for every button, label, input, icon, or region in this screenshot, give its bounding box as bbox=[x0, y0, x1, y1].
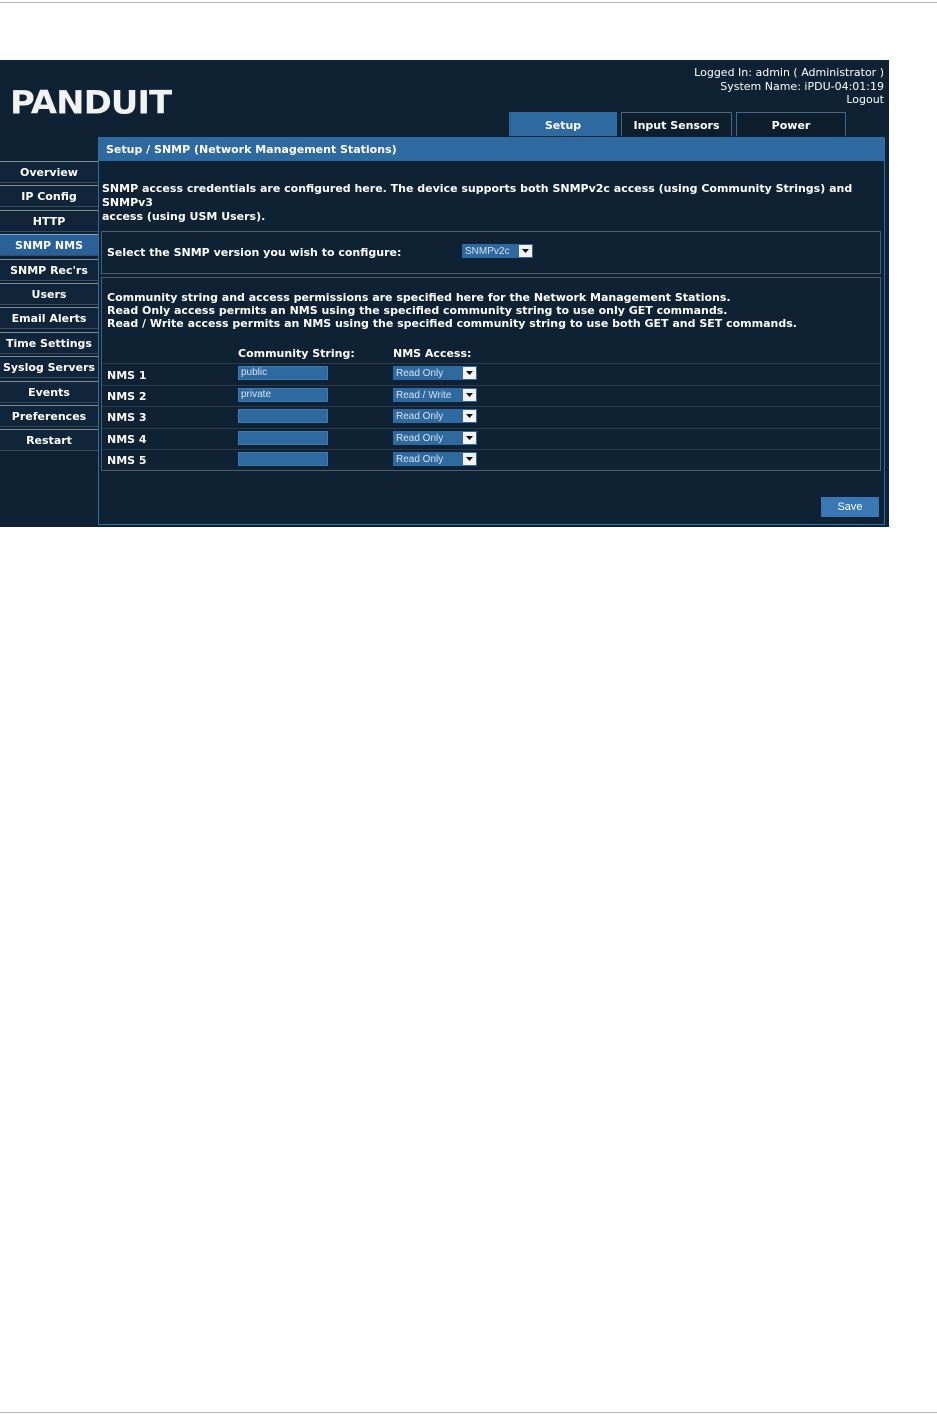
tab-input-sensors[interactable]: Input Sensors bbox=[621, 112, 732, 136]
chevron-down-icon bbox=[463, 432, 476, 444]
sidebar: Overview IP Config HTTP SNMP NMS SNMP Re… bbox=[0, 161, 98, 454]
nms-description-line: Read / Write access permits an NMS using… bbox=[107, 317, 797, 330]
sidebar-item-restart[interactable]: Restart bbox=[0, 429, 98, 452]
nms2-community-input[interactable]: private bbox=[238, 388, 328, 402]
sidebar-item-snmp-nms[interactable]: SNMP NMS bbox=[0, 234, 98, 257]
nms2-access-select[interactable]: Read / Write bbox=[393, 388, 477, 402]
sidebar-item-email-alerts[interactable]: Email Alerts bbox=[0, 307, 98, 330]
intro-text: SNMP access credentials are configured h… bbox=[102, 182, 882, 224]
intro-line: SNMP access credentials are configured h… bbox=[102, 182, 853, 209]
nms3-community-input[interactable] bbox=[238, 409, 328, 423]
panduit-logo: PANDUIT bbox=[10, 80, 172, 122]
sidebar-item-overview[interactable]: Overview bbox=[0, 161, 98, 183]
page-top-rule bbox=[0, 2, 937, 3]
nms1-access-select[interactable]: Read Only bbox=[393, 366, 477, 380]
nms3-access-select[interactable]: Read Only bbox=[393, 409, 477, 423]
nms4-community-input[interactable] bbox=[238, 431, 328, 445]
chevron-down-icon bbox=[463, 389, 476, 401]
user-info: Logged In: admin ( Administrator ) Syste… bbox=[694, 66, 884, 107]
nms1-access-value: Read Only bbox=[396, 367, 444, 379]
chevron-down-icon bbox=[463, 367, 476, 379]
nms4-access-select[interactable]: Read Only bbox=[393, 431, 477, 445]
sidebar-item-preferences[interactable]: Preferences bbox=[0, 404, 98, 427]
ipdu-web-interface: PANDUIT Logged In: admin ( Administrator… bbox=[0, 60, 889, 527]
content-panel: Setup / SNMP (Network Management Station… bbox=[98, 137, 885, 525]
tab-power[interactable]: Power bbox=[736, 112, 846, 136]
logo-text: PANDUIT bbox=[10, 84, 172, 122]
sidebar-item-syslog-servers[interactable]: Syslog Servers bbox=[0, 356, 98, 379]
nms3-access-value: Read Only bbox=[396, 410, 444, 422]
snmp-version-value: SNMPv2c bbox=[465, 245, 510, 257]
row-divider bbox=[102, 428, 880, 429]
row-divider bbox=[102, 363, 880, 364]
nms4-access-value: Read Only bbox=[396, 432, 444, 444]
save-button[interactable]: Save bbox=[821, 497, 879, 517]
page-bottom-rule bbox=[0, 1412, 937, 1413]
sidebar-item-users[interactable]: Users bbox=[0, 282, 98, 305]
row-divider bbox=[102, 385, 880, 386]
version-panel: Select the SNMP version you wish to conf… bbox=[101, 231, 881, 274]
intro-line: access (using USM Users). bbox=[102, 210, 266, 223]
sidebar-item-ip-config[interactable]: IP Config bbox=[0, 185, 98, 208]
nms-row-label: NMS 2 bbox=[107, 390, 147, 403]
nms5-access-select[interactable]: Read Only bbox=[393, 452, 477, 466]
nms-row-label: NMS 1 bbox=[107, 369, 147, 382]
page-title: Setup / SNMP (Network Management Station… bbox=[99, 138, 884, 161]
logged-in-text: Logged In: admin ( Administrator ) bbox=[694, 66, 884, 79]
nms1-community-input[interactable]: public bbox=[238, 366, 328, 380]
community-string-header: Community String: bbox=[238, 347, 355, 360]
logout-link[interactable]: Logout bbox=[694, 93, 884, 107]
nms-access-header: NMS Access: bbox=[393, 347, 472, 360]
nms-description-line: Read Only access permits an NMS using th… bbox=[107, 304, 728, 317]
tab-setup[interactable]: Setup bbox=[509, 112, 617, 136]
nms2-access-value: Read / Write bbox=[396, 389, 452, 401]
row-divider bbox=[102, 406, 880, 407]
sidebar-item-events[interactable]: Events bbox=[0, 380, 98, 403]
sidebar-item-http[interactable]: HTTP bbox=[0, 209, 98, 232]
nms-row-label: NMS 3 bbox=[107, 411, 147, 424]
nms-row-label: NMS 5 bbox=[107, 454, 147, 467]
nms-description: Community string and access permissions … bbox=[107, 291, 797, 330]
chevron-down-icon bbox=[519, 245, 532, 257]
version-label: Select the SNMP version you wish to conf… bbox=[107, 246, 402, 259]
snmp-version-select[interactable]: SNMPv2c bbox=[462, 244, 533, 258]
chevron-down-icon bbox=[463, 410, 476, 422]
top-tabs: Setup Input Sensors Power bbox=[509, 112, 850, 136]
nms5-access-value: Read Only bbox=[396, 453, 444, 465]
sidebar-item-snmp-receivers[interactable]: SNMP Rec'rs bbox=[0, 258, 98, 281]
row-divider bbox=[102, 449, 880, 450]
system-name-text: System Name: iPDU-04:01:19 bbox=[720, 79, 884, 93]
nms-panel: Community string and access permissions … bbox=[101, 277, 881, 471]
nms5-community-input[interactable] bbox=[238, 452, 328, 466]
chevron-down-icon bbox=[463, 453, 476, 465]
sidebar-item-time-settings[interactable]: Time Settings bbox=[0, 331, 98, 354]
nms-description-line: Community string and access permissions … bbox=[107, 291, 731, 304]
nms-row-label: NMS 4 bbox=[107, 433, 147, 446]
